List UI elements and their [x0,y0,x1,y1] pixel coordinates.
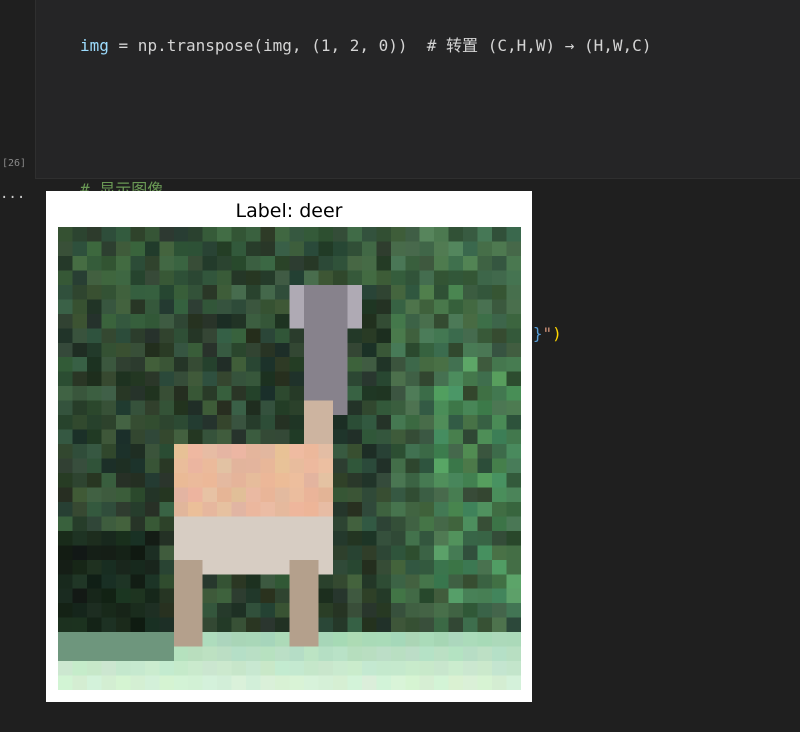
execution-count: [26] [2,158,27,169]
output-more-icon[interactable]: ... [0,186,25,202]
output-plot: Label: deer [46,191,532,702]
code-line-partial: img = np.transpose(img, (1, 2, 0)) # 转置 … [80,36,652,55]
deer-image [58,227,521,690]
code-cell[interactable]: img = np.transpose(img, (1, 2, 0)) # 转置 … [35,0,800,487]
plot-title: Label: deer [235,200,343,222]
pixel-canvas [58,227,521,690]
